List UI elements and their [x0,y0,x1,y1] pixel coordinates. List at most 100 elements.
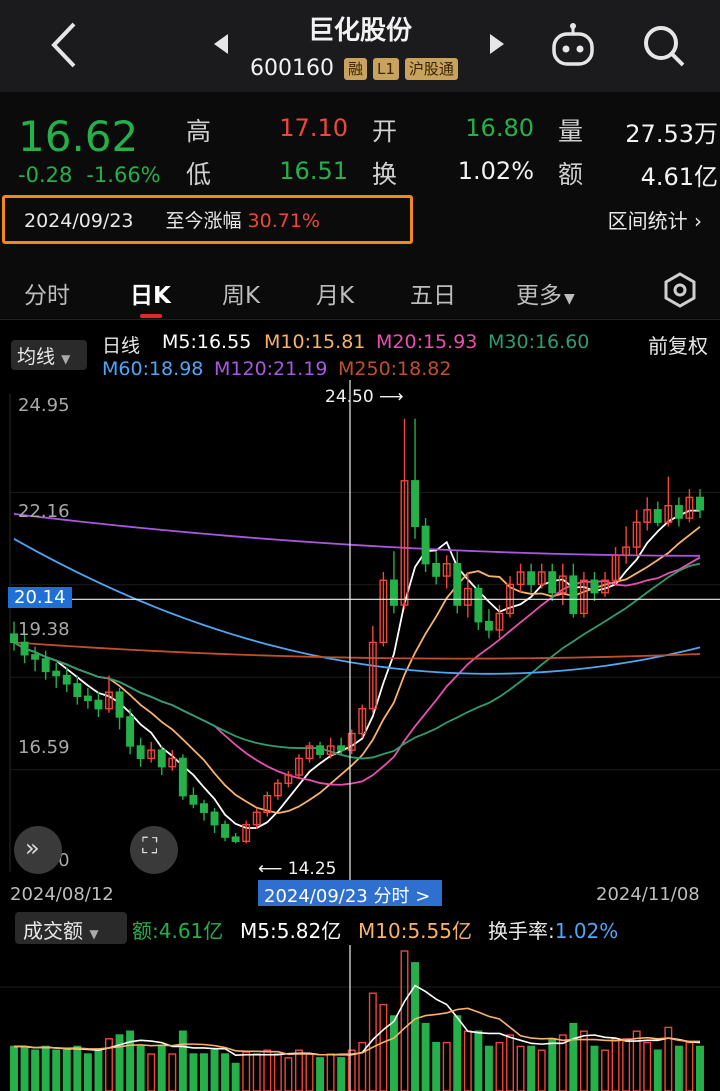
x-start-date: 2024/08/12 [10,884,114,905]
stock-name: 巨化股份 [307,16,412,46]
kline-chart[interactable] [0,380,720,880]
low-label: 低 [186,160,212,189]
interval-stats-button[interactable]: 区间统计 › [608,205,702,234]
volume-bar [537,1049,546,1091]
low-value: 16.51 [279,157,348,185]
candle-body [31,654,40,660]
volume-bar [31,1049,40,1091]
collapse-double-chevron-icon[interactable]: » [14,826,62,874]
volume-bar [221,1053,230,1091]
tab-daily-k[interactable]: 日K [130,276,171,310]
volume-bar [178,1030,187,1091]
candle-body [83,695,92,702]
robot-assistant-icon[interactable] [548,22,598,68]
volume-bar [52,1049,61,1091]
tab-monthly-k[interactable]: 月K [316,276,354,310]
volume-bar [231,1062,240,1091]
turnover-rate: 换手率:1.02% [488,915,618,944]
candle-body [411,480,420,528]
tab-weekly-k[interactable]: 周K [222,276,260,310]
margin-tag: 融 [343,57,367,80]
turnover-value: 1.02% [457,157,534,185]
candle-body [20,641,29,656]
volume-bar [136,1045,145,1091]
candle-body [389,579,398,606]
volume-bar [305,1053,314,1091]
volume-m5-label: M5:5.82亿 [240,919,342,943]
volume-bar [569,1022,578,1091]
tab-five-day[interactable]: 五日 [410,276,456,310]
indicator-selector[interactable]: 成交额 ▼ [15,912,127,944]
candle-body [696,496,704,511]
high-label: 高 [186,117,212,146]
amount-label: 额 [558,160,584,189]
search-icon[interactable] [640,22,688,70]
ma5-line [13,509,700,829]
tab-more[interactable]: 更多 ▼ [516,276,575,310]
connect-tag: 沪股通 [404,57,458,80]
ma60-line [13,538,701,675]
ma5-label: M5:16.55 [162,331,252,353]
arrow-right-icon: ⟶ [379,387,404,407]
ma120-line [13,513,701,557]
volume-bar [400,950,409,1091]
volume-bar [168,1053,177,1091]
volume-bar [432,1041,441,1091]
volume-bar [389,1015,398,1091]
active-tab-indicator [140,314,162,318]
tab-more-label: 更多 [516,283,562,309]
candle-body [189,795,198,805]
change-percent: -1.66% [86,163,161,187]
tab-timeshare[interactable]: 分时 [24,276,70,310]
volume-bar [664,1026,673,1091]
candle-body [178,757,187,797]
volume-bar [453,1015,462,1091]
volume-bar [326,1053,335,1091]
prev-stock-icon[interactable] [214,34,228,54]
volume-bar [242,1051,251,1091]
crosshair-price-label: 20.14 [8,587,72,608]
volume-bar [506,1034,515,1091]
ma-selector-label: 均线 [17,346,56,368]
candle-body [653,509,662,523]
turnover-label: 换 [372,160,398,189]
range-gain-label: 至今涨幅 [165,210,242,232]
volume-bar [83,1053,92,1091]
candle-body [210,811,219,826]
candle-body [590,579,599,594]
volume-value: 27.53万 [625,120,718,148]
volume-bar [653,1049,662,1091]
ma-selector[interactable]: 均线 ▼ [11,340,87,370]
kline-type-label: 日线 [102,335,141,357]
next-stock-icon[interactable] [490,34,504,54]
ma20-label: M20:15.93 [376,331,478,353]
settings-hexagon-icon[interactable] [660,270,700,310]
range-start-date: 2024/09/23 [24,210,134,232]
interval-stats-label: 区间统计 [607,209,688,233]
selected-date: 2024/09/23 [264,886,368,907]
volume-bar [20,1045,29,1091]
volume-bar [41,1045,50,1091]
adjust-mode-button[interactable]: 前复权 [648,330,708,359]
amount-value: 4.61亿 [640,163,718,191]
volume-chart[interactable] [0,945,720,1091]
y-tick-label: 16.59 [18,737,70,758]
candle-body [337,745,346,751]
last-price: 16.62 [18,112,139,161]
candle-body [421,525,430,565]
volume-bar [474,1030,483,1091]
selected-date-box[interactable]: 2024/09/23 分时 > [258,880,442,907]
indicator-selector-label: 成交额 [23,919,83,943]
candle-body [527,571,536,586]
dropdown-triangle-icon: ▼ [89,927,99,941]
volume-bar [73,1045,82,1091]
fullscreen-icon[interactable]: ⛶ [130,826,178,874]
volume-bar [674,1045,683,1091]
volume-bar [252,1053,261,1091]
candle-body [316,745,325,755]
candle-body [115,691,124,718]
volume-bar [189,1053,198,1091]
volume-bar [316,1057,325,1091]
x-end-date: 2024/11/08 [596,884,700,905]
max-price-value: 24.50 [325,387,374,407]
